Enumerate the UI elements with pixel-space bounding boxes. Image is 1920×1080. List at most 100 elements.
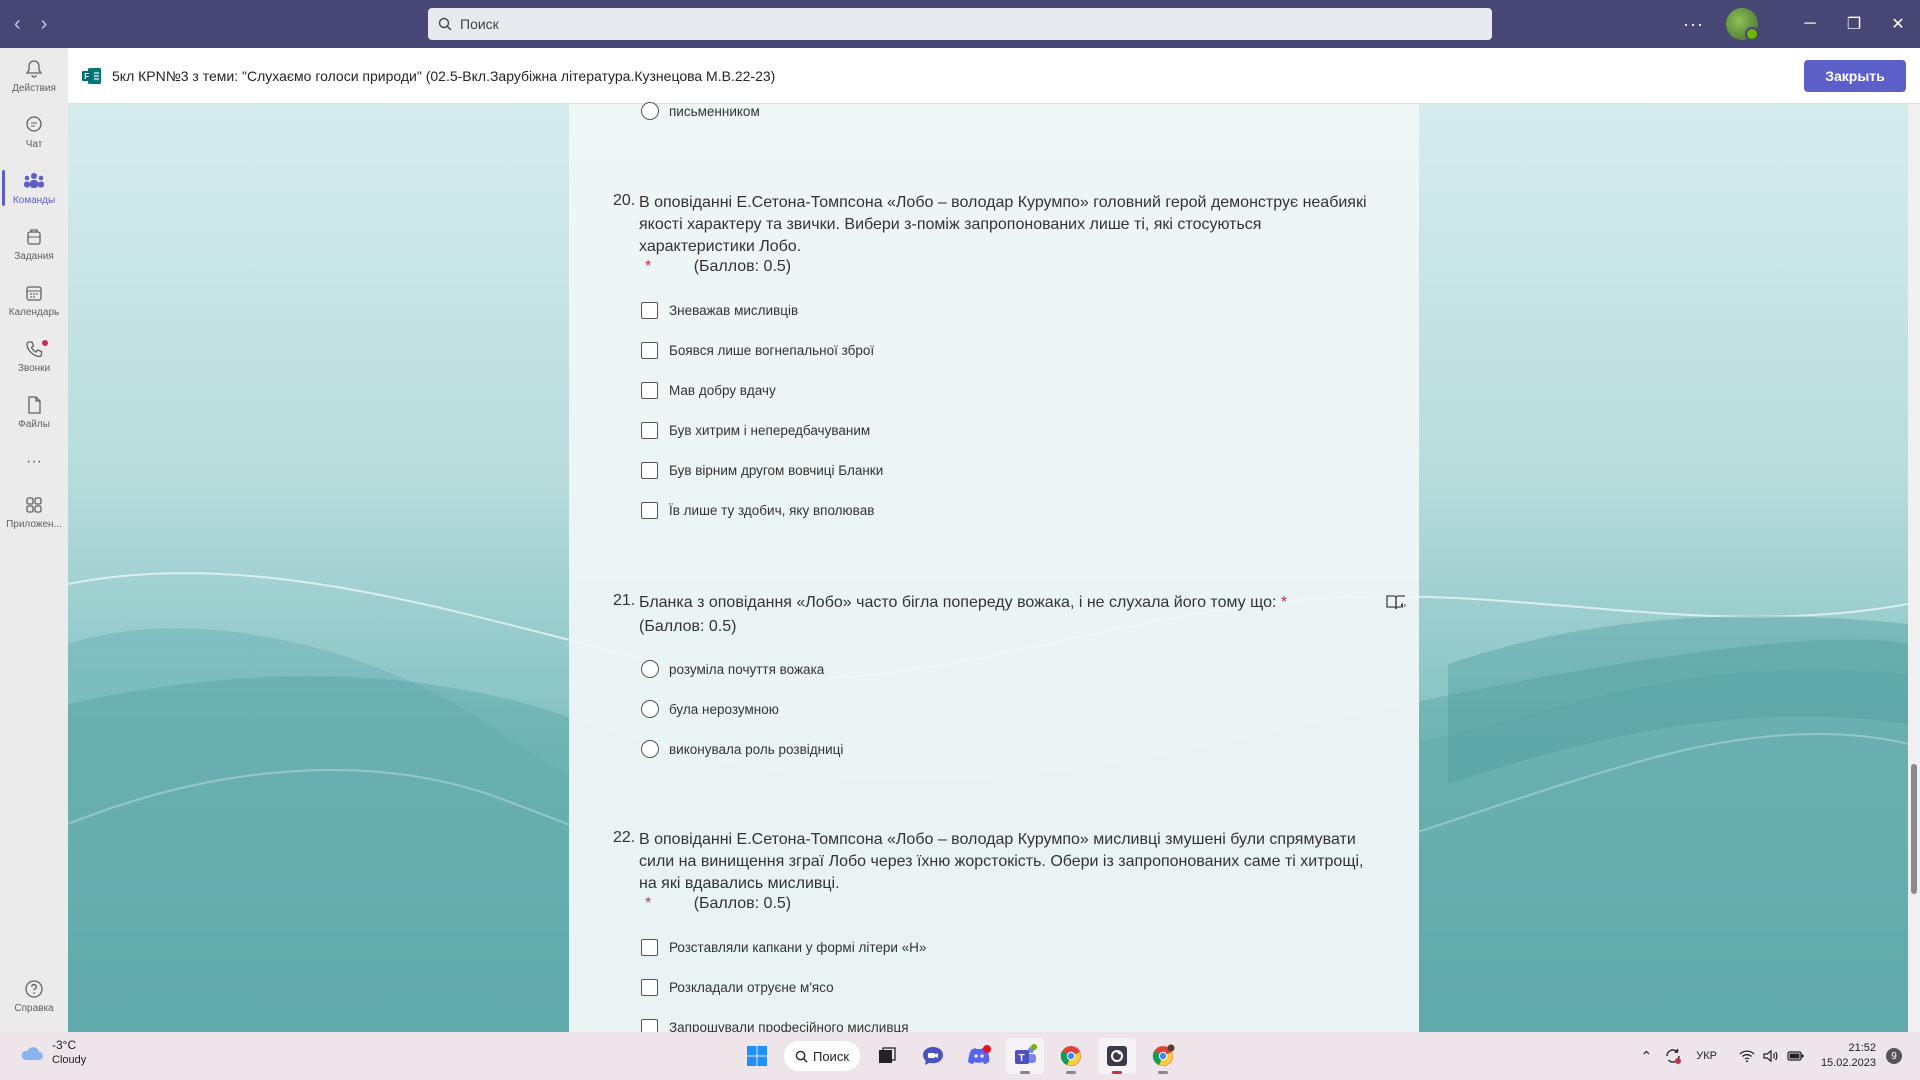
option-label: Мав добру вдачу bbox=[669, 383, 776, 398]
notification-dot bbox=[42, 340, 48, 346]
rail-item-apps[interactable]: Приложен... bbox=[0, 484, 68, 540]
rail-item-files[interactable]: Файлы bbox=[0, 384, 68, 440]
teams-app-icon: T bbox=[1015, 1044, 1037, 1064]
weather-widget[interactable]: -3°C Cloudy bbox=[18, 1038, 86, 1068]
taskbar-apps: Поиск T bbox=[738, 1038, 1182, 1074]
taskbar-app-active[interactable] bbox=[1098, 1038, 1136, 1074]
active-indicator bbox=[1112, 1071, 1122, 1074]
search-input[interactable]: Поиск bbox=[428, 8, 1492, 40]
more-icon: ··· bbox=[26, 453, 42, 470]
meet-chat-icon bbox=[923, 1047, 943, 1065]
taskbar-search[interactable]: Поиск bbox=[784, 1041, 860, 1071]
option-label: Їв лише ту здобич, яку вполював bbox=[669, 503, 875, 518]
taskbar-discord[interactable] bbox=[960, 1038, 998, 1074]
task-view-icon bbox=[879, 1047, 896, 1063]
checkbox[interactable] bbox=[641, 939, 658, 956]
rail-item-calls[interactable]: Звонки bbox=[0, 328, 68, 384]
checkbox-option[interactable]: Був вірним другом вовчиці Бланки bbox=[641, 462, 883, 479]
checkbox-option[interactable]: Був хитрим і непередбачуваним bbox=[641, 422, 870, 439]
points-wrap: (Баллов: 0.5) bbox=[639, 616, 1373, 638]
required-marker: * bbox=[645, 258, 652, 275]
scrollbar[interactable] bbox=[1908, 104, 1920, 1032]
checkbox-option[interactable]: Зневажав мисливців bbox=[641, 302, 798, 319]
checkbox-option[interactable]: Боявся лише вогнепальної зброї bbox=[641, 342, 874, 359]
taskbar-search-label: Поиск bbox=[812, 1048, 850, 1064]
start-button[interactable] bbox=[738, 1038, 776, 1074]
checkbox[interactable] bbox=[641, 302, 658, 319]
radio-button[interactable] bbox=[641, 700, 659, 718]
rail-item-label: Файлы bbox=[18, 418, 50, 430]
language-indicator[interactable]: УКР bbox=[1696, 1050, 1717, 1062]
checkbox-option[interactable]: Розставляли капкани у формі літери «Н» bbox=[641, 939, 926, 956]
radio-button[interactable] bbox=[641, 740, 659, 758]
option-label: письменником bbox=[669, 103, 760, 119]
rail-item-label: Звонки bbox=[17, 362, 51, 374]
notification-badge[interactable]: 9 bbox=[1886, 1048, 1902, 1064]
rail-item-help[interactable]: Справка bbox=[0, 968, 68, 1024]
checkbox-option[interactable]: Мав добру вдачу bbox=[641, 382, 776, 399]
required-marker: * bbox=[1280, 594, 1288, 611]
checkbox[interactable] bbox=[641, 979, 658, 996]
apps-icon bbox=[26, 496, 42, 513]
taskbar-chat-app[interactable] bbox=[914, 1038, 952, 1074]
checkbox-option[interactable]: Розкладали отруєне м'ясо bbox=[641, 979, 834, 996]
rail-item-activity[interactable]: Действия bbox=[0, 48, 68, 104]
radio-option[interactable]: письменником bbox=[641, 102, 760, 120]
wifi-icon[interactable] bbox=[1739, 1049, 1755, 1063]
battery-icon[interactable] bbox=[1787, 1049, 1805, 1063]
taskbar-chrome-2[interactable] bbox=[1144, 1038, 1182, 1074]
windows-icon bbox=[747, 1046, 767, 1066]
phone-icon bbox=[26, 340, 43, 357]
clock[interactable]: 21:52 15.02.2023 bbox=[1821, 1041, 1876, 1071]
bell-icon bbox=[25, 59, 43, 78]
radio-button[interactable] bbox=[641, 660, 659, 678]
clock-time: 21:52 bbox=[1848, 1042, 1876, 1054]
points-label: (Баллов: 0.5) bbox=[693, 258, 792, 275]
question-text: Бланка з оповідання «Лобо» часто бігла п… bbox=[639, 594, 1277, 611]
rail-item-chat[interactable]: Чат bbox=[0, 104, 68, 160]
chevron-up-icon[interactable]: ⌃ bbox=[1640, 1048, 1652, 1065]
rail-item-assignments[interactable]: Задания bbox=[0, 216, 68, 272]
immersive-reader-icon[interactable] bbox=[1385, 592, 1407, 612]
assignments-icon bbox=[27, 228, 41, 245]
back-arrow-icon[interactable]: ‹ bbox=[14, 13, 21, 36]
checkbox[interactable] bbox=[641, 422, 658, 439]
close-window-button[interactable]: ✕ bbox=[1876, 0, 1920, 48]
left-rail: Действия Чат Команды Задания Календарь З… bbox=[0, 48, 68, 1032]
chrome-icon bbox=[1060, 1046, 1081, 1066]
radio-option[interactable]: виконувала роль розвідниці bbox=[641, 740, 843, 758]
radio-button[interactable] bbox=[641, 102, 659, 120]
minimize-button[interactable]: ─ bbox=[1788, 0, 1832, 48]
option-label: Боявся лише вогнепальної зброї bbox=[669, 343, 875, 358]
rail-item-label: Чат bbox=[25, 138, 43, 150]
more-options-icon[interactable]: ··· bbox=[1683, 14, 1704, 35]
checkbox[interactable] bbox=[641, 462, 658, 479]
question-number: 20. bbox=[613, 192, 636, 209]
sync-icon[interactable] bbox=[1664, 1047, 1682, 1065]
avatar[interactable] bbox=[1726, 8, 1759, 41]
rail-item-teams[interactable]: Команды bbox=[0, 160, 68, 216]
option-label: Зневажав мисливців bbox=[669, 303, 799, 318]
option-label: Розставляли капкани у формі літери «Н» bbox=[669, 940, 927, 955]
checkbox[interactable] bbox=[641, 502, 658, 519]
radio-option[interactable]: була нерозумною bbox=[641, 700, 779, 718]
checkbox[interactable] bbox=[641, 342, 658, 359]
question-number: 21. bbox=[613, 592, 636, 609]
radio-option[interactable]: розуміла почуття вожака bbox=[641, 660, 824, 678]
task-view-button[interactable] bbox=[868, 1038, 906, 1074]
rail-item-calendar[interactable]: Календарь bbox=[0, 272, 68, 328]
rail-item-more[interactable]: ··· bbox=[0, 440, 68, 484]
search-placeholder: Поиск bbox=[460, 16, 499, 32]
restore-button[interactable]: ❐ bbox=[1832, 0, 1876, 48]
rail-item-label: Задания bbox=[14, 250, 54, 262]
checkbox-option[interactable]: Їв лише ту здобич, яку вполював bbox=[641, 502, 874, 519]
taskbar-teams[interactable]: T bbox=[1006, 1038, 1044, 1074]
form-card: письменником 20. В оповіданні Е.Сетона-Т… bbox=[569, 102, 1419, 1036]
rail-item-label: Действия bbox=[12, 82, 56, 94]
volume-icon[interactable] bbox=[1763, 1049, 1779, 1063]
scroll-thumb[interactable] bbox=[1911, 764, 1917, 894]
taskbar-chrome[interactable] bbox=[1052, 1038, 1090, 1074]
checkbox[interactable] bbox=[641, 382, 658, 399]
forward-arrow-icon[interactable]: › bbox=[41, 13, 48, 36]
close-button[interactable]: Закрыть bbox=[1804, 60, 1906, 92]
